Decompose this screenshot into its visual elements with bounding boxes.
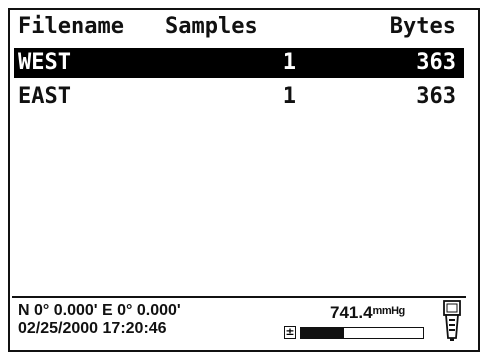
battery-icon: ± bbox=[284, 325, 296, 339]
pressure-unit: mmHg bbox=[372, 305, 406, 317]
table-row[interactable]: EAST 1 363 bbox=[14, 82, 464, 112]
battery-type-label: NiMH bbox=[353, 328, 380, 338]
row-bytes: 363 bbox=[416, 84, 456, 109]
battery-level-fill bbox=[301, 328, 344, 338]
table-header: Filename Samples Bytes bbox=[14, 14, 464, 40]
pressure-value: 741.4 bbox=[330, 303, 373, 322]
date-time: 02/25/2000 17:20:46 bbox=[18, 320, 167, 337]
header-filename: Filename bbox=[18, 14, 124, 39]
barometric-pressure: 741.4mmHg bbox=[330, 302, 405, 322]
header-samples: Samples bbox=[165, 14, 258, 39]
row-samples: 1 bbox=[282, 50, 296, 75]
row-filename: EAST bbox=[18, 84, 71, 109]
gps-coordinates: N 0° 0.000' E 0° 0.000' bbox=[18, 302, 181, 319]
row-filename: WEST bbox=[18, 50, 71, 75]
row-bytes: 363 bbox=[416, 50, 456, 75]
table-row[interactable]: WEST 1 363 bbox=[14, 48, 464, 78]
row-samples: 1 bbox=[282, 84, 296, 109]
battery-indicator: ± NiMH bbox=[284, 326, 432, 341]
handheld-device-icon bbox=[443, 300, 461, 341]
battery-level-bar: NiMH bbox=[300, 327, 424, 339]
header-bytes: Bytes bbox=[389, 14, 456, 39]
status-bar: N 0° 0.000' E 0° 0.000' 02/25/2000 17:20… bbox=[12, 296, 466, 346]
